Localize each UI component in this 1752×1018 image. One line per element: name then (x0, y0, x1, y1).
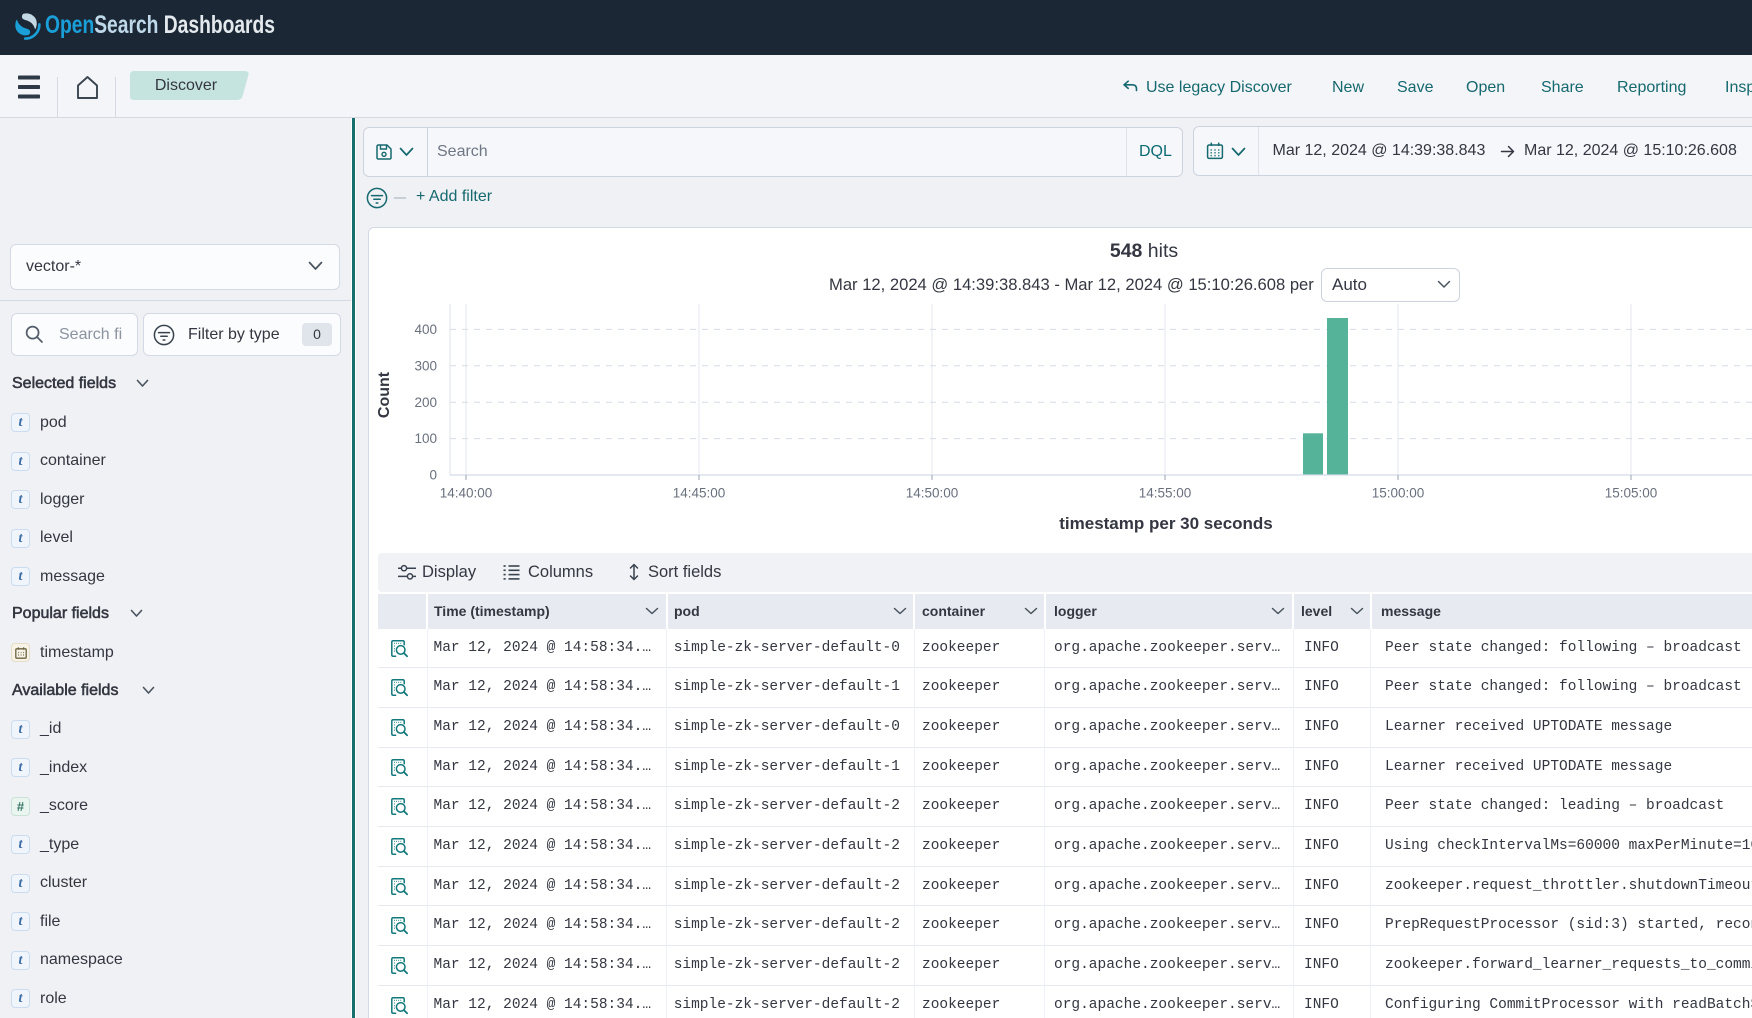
svg-text:14:40:00: 14:40:00 (440, 486, 493, 501)
svg-text:14:50:00: 14:50:00 (906, 486, 959, 501)
svg-text:14:55:00: 14:55:00 (1139, 486, 1192, 501)
svg-text:100: 100 (414, 431, 437, 446)
svg-text:15:05:00: 15:05:00 (1605, 486, 1658, 501)
svg-text:Count: Count (376, 371, 393, 418)
svg-text:14:45:00: 14:45:00 (673, 486, 726, 501)
svg-text:300: 300 (414, 358, 437, 373)
svg-text:0: 0 (429, 468, 437, 483)
svg-text:15:00:00: 15:00:00 (1372, 486, 1425, 501)
svg-text:timestamp per 30 seconds: timestamp per 30 seconds (1059, 514, 1273, 533)
svg-text:200: 200 (414, 395, 437, 410)
svg-text:400: 400 (414, 322, 437, 337)
